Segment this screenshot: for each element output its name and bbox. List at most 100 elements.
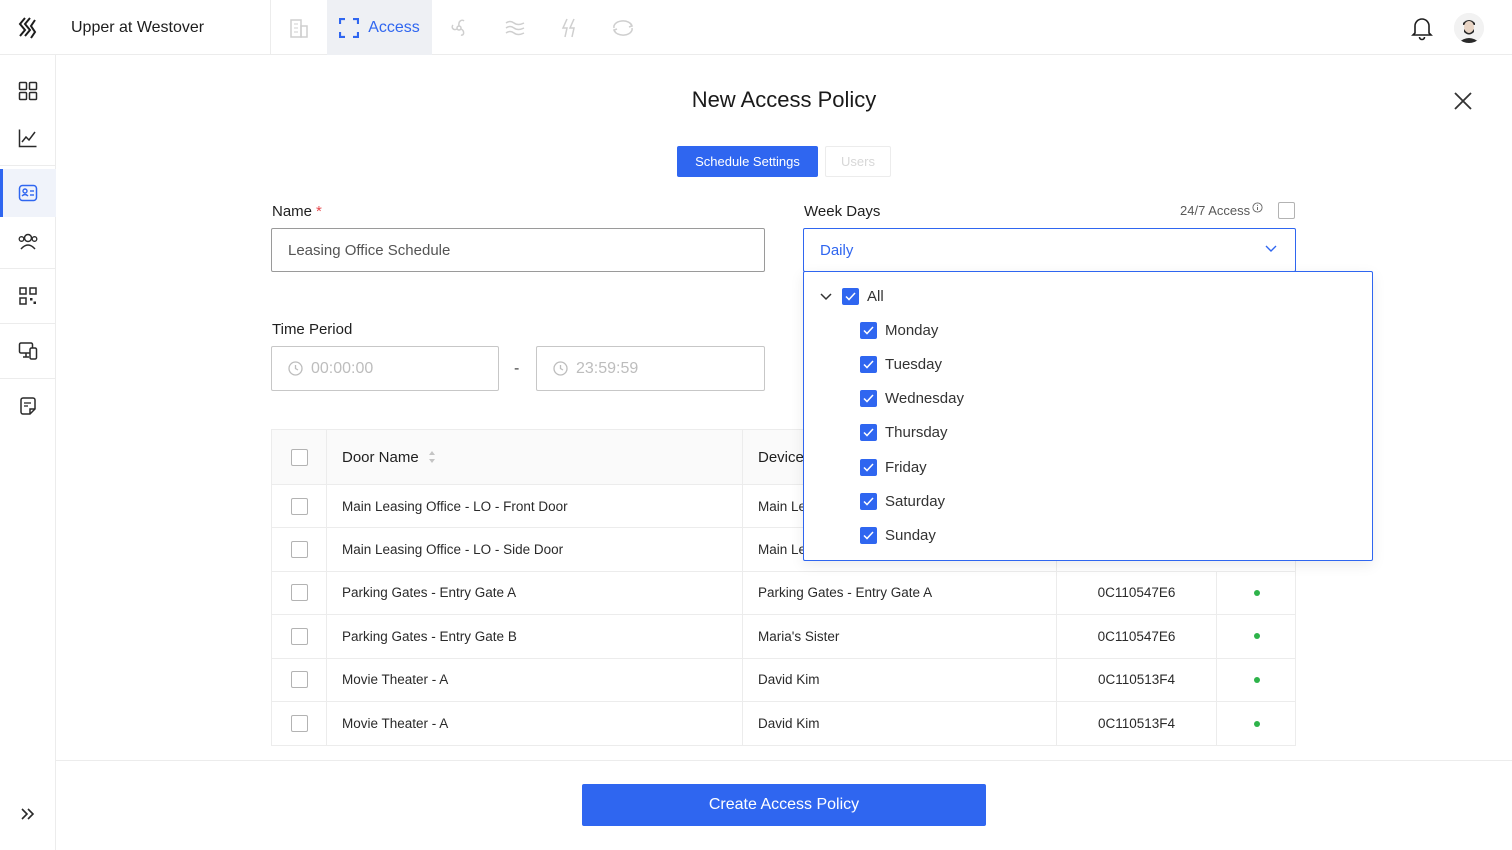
chevron-down-icon bbox=[1265, 245, 1277, 252]
sort-icon[interactable] bbox=[427, 449, 437, 465]
option-day-label: Friday bbox=[885, 459, 927, 476]
serial-cell: 0C110547E6 bbox=[1057, 571, 1217, 615]
tab-energy[interactable] bbox=[546, 0, 592, 55]
day-checkbox[interactable] bbox=[860, 527, 877, 544]
option-day[interactable]: Saturday bbox=[860, 493, 945, 510]
user-avatar[interactable] bbox=[1454, 13, 1484, 43]
sidebar-item-users[interactable] bbox=[0, 217, 56, 265]
week-days-dropdown: All Monday Tuesday Wednesday Thursday Fr… bbox=[803, 271, 1373, 561]
name-input[interactable]: Leasing Office Schedule bbox=[271, 228, 765, 272]
row-checkbox[interactable] bbox=[290, 584, 308, 602]
door-name-cell: Movie Theater - A bbox=[327, 701, 743, 746]
all-checkbox[interactable] bbox=[842, 288, 859, 305]
day-checkbox[interactable] bbox=[860, 493, 877, 510]
app-logo-icon[interactable] bbox=[17, 16, 39, 40]
sidebar-expand-button[interactable] bbox=[0, 790, 56, 838]
row-checkbox-cell bbox=[272, 571, 327, 615]
required-mark: * bbox=[316, 203, 322, 220]
check-icon bbox=[863, 360, 874, 369]
day-checkbox[interactable] bbox=[860, 322, 877, 339]
week-days-select[interactable]: Daily bbox=[803, 228, 1296, 272]
day-checkbox[interactable] bbox=[860, 459, 877, 476]
table-row[interactable]: Movie Theater - A David Kim 0C110513F4 bbox=[272, 701, 1297, 746]
week-days-selected-value: Daily bbox=[820, 241, 854, 259]
tab-access[interactable]: Access bbox=[327, 0, 432, 55]
access-card-icon bbox=[18, 184, 38, 202]
row-checkbox[interactable] bbox=[290, 541, 308, 559]
status-online-dot bbox=[1254, 633, 1260, 640]
serial-cell: 0C110513F4 bbox=[1057, 701, 1217, 746]
row-checkbox[interactable] bbox=[290, 715, 308, 733]
table-row[interactable]: Parking Gates - Entry Gate A Parking Gat… bbox=[272, 571, 1297, 616]
sidebar-divider bbox=[0, 378, 56, 379]
devices-icon bbox=[18, 342, 38, 360]
sidebar-divider bbox=[0, 165, 56, 166]
tab-buildings[interactable] bbox=[272, 0, 326, 55]
sidebar-item-analytics[interactable] bbox=[0, 114, 56, 162]
door-name-cell: Main Leasing Office - LO - Side Door bbox=[327, 528, 743, 571]
access-247-text: 24/7 Access bbox=[1180, 203, 1251, 218]
option-day-label: Saturday bbox=[885, 493, 946, 510]
tab-sync[interactable] bbox=[600, 0, 646, 55]
header-door-name[interactable]: Door Name bbox=[327, 430, 743, 484]
access-247-checkbox[interactable] bbox=[1278, 202, 1295, 219]
time-start-input[interactable]: 00:00:00 bbox=[271, 346, 499, 391]
option-day-label: Tuesday bbox=[885, 356, 942, 373]
table-row[interactable]: Movie Theater - A David Kim 0C110513F4 bbox=[272, 658, 1295, 702]
door-name-header-label: Door Name bbox=[342, 448, 419, 466]
modal-title: New Access Policy bbox=[691, 87, 877, 112]
collapse-chevron-icon[interactable] bbox=[820, 292, 832, 301]
status-online-dot bbox=[1254, 589, 1260, 596]
option-day[interactable]: Tuesday bbox=[860, 356, 942, 373]
row-checkbox-cell bbox=[272, 658, 327, 701]
access-247-label: 24/7 Access bbox=[1180, 202, 1263, 218]
row-checkbox[interactable] bbox=[290, 671, 308, 689]
row-checkbox[interactable] bbox=[290, 627, 308, 645]
tab-schedule-settings[interactable]: Schedule Settings bbox=[677, 146, 818, 177]
close-icon[interactable] bbox=[1452, 90, 1474, 112]
table-row[interactable]: Parking Gates - Entry Gate B Maria's Sis… bbox=[272, 615, 1295, 659]
status-cell bbox=[1217, 702, 1297, 745]
status-cell bbox=[1217, 572, 1297, 614]
water-icon bbox=[505, 20, 525, 35]
sidebar-item-devices[interactable] bbox=[0, 327, 56, 375]
door-name-cell: Parking Gates - Entry Gate B bbox=[327, 615, 743, 658]
option-all-label: All bbox=[867, 288, 884, 305]
info-icon[interactable] bbox=[1252, 202, 1263, 213]
name-label: Name * bbox=[272, 203, 322, 220]
device-header-label: Device bbox=[758, 448, 804, 466]
tab-hvac[interactable] bbox=[436, 0, 482, 55]
tab-water[interactable] bbox=[492, 0, 538, 55]
clock-icon bbox=[288, 361, 303, 376]
notification-bell-icon[interactable] bbox=[1410, 15, 1434, 41]
sidebar-item-access-policies[interactable] bbox=[0, 169, 56, 217]
property-name[interactable]: Upper at Westover bbox=[71, 19, 204, 37]
time-end-input[interactable]: 23:59:59 bbox=[536, 346, 765, 391]
create-access-policy-button[interactable]: Create Access Policy bbox=[582, 784, 986, 826]
day-checkbox[interactable] bbox=[860, 356, 877, 373]
check-icon bbox=[863, 463, 874, 472]
row-checkbox[interactable] bbox=[290, 497, 308, 515]
option-day[interactable]: Friday bbox=[860, 459, 927, 476]
option-day-label: Wednesday bbox=[885, 390, 964, 407]
day-checkbox[interactable] bbox=[860, 424, 877, 441]
header-device: Device bbox=[758, 430, 804, 484]
sidebar-item-qr-codes[interactable] bbox=[0, 272, 56, 320]
name-input-value: Leasing Office Schedule bbox=[288, 241, 451, 259]
option-all[interactable]: All bbox=[820, 288, 884, 305]
option-day[interactable]: Sunday bbox=[860, 527, 936, 544]
notes-icon bbox=[20, 397, 36, 415]
option-day[interactable]: Wednesday bbox=[860, 390, 964, 407]
sidebar-item-notes[interactable] bbox=[0, 382, 56, 430]
tab-users[interactable]: Users bbox=[825, 146, 891, 177]
option-day[interactable]: Monday bbox=[860, 322, 938, 339]
check-icon bbox=[863, 497, 874, 506]
check-icon bbox=[863, 428, 874, 437]
option-day[interactable]: Thursday bbox=[860, 424, 948, 441]
header-checkbox-cell bbox=[272, 430, 327, 484]
left-sidebar bbox=[0, 55, 56, 850]
day-checkbox[interactable] bbox=[860, 390, 877, 407]
serial-cell: 0C110513F4 bbox=[1057, 658, 1217, 701]
select-all-checkbox[interactable] bbox=[290, 448, 308, 466]
building-icon bbox=[290, 18, 308, 38]
